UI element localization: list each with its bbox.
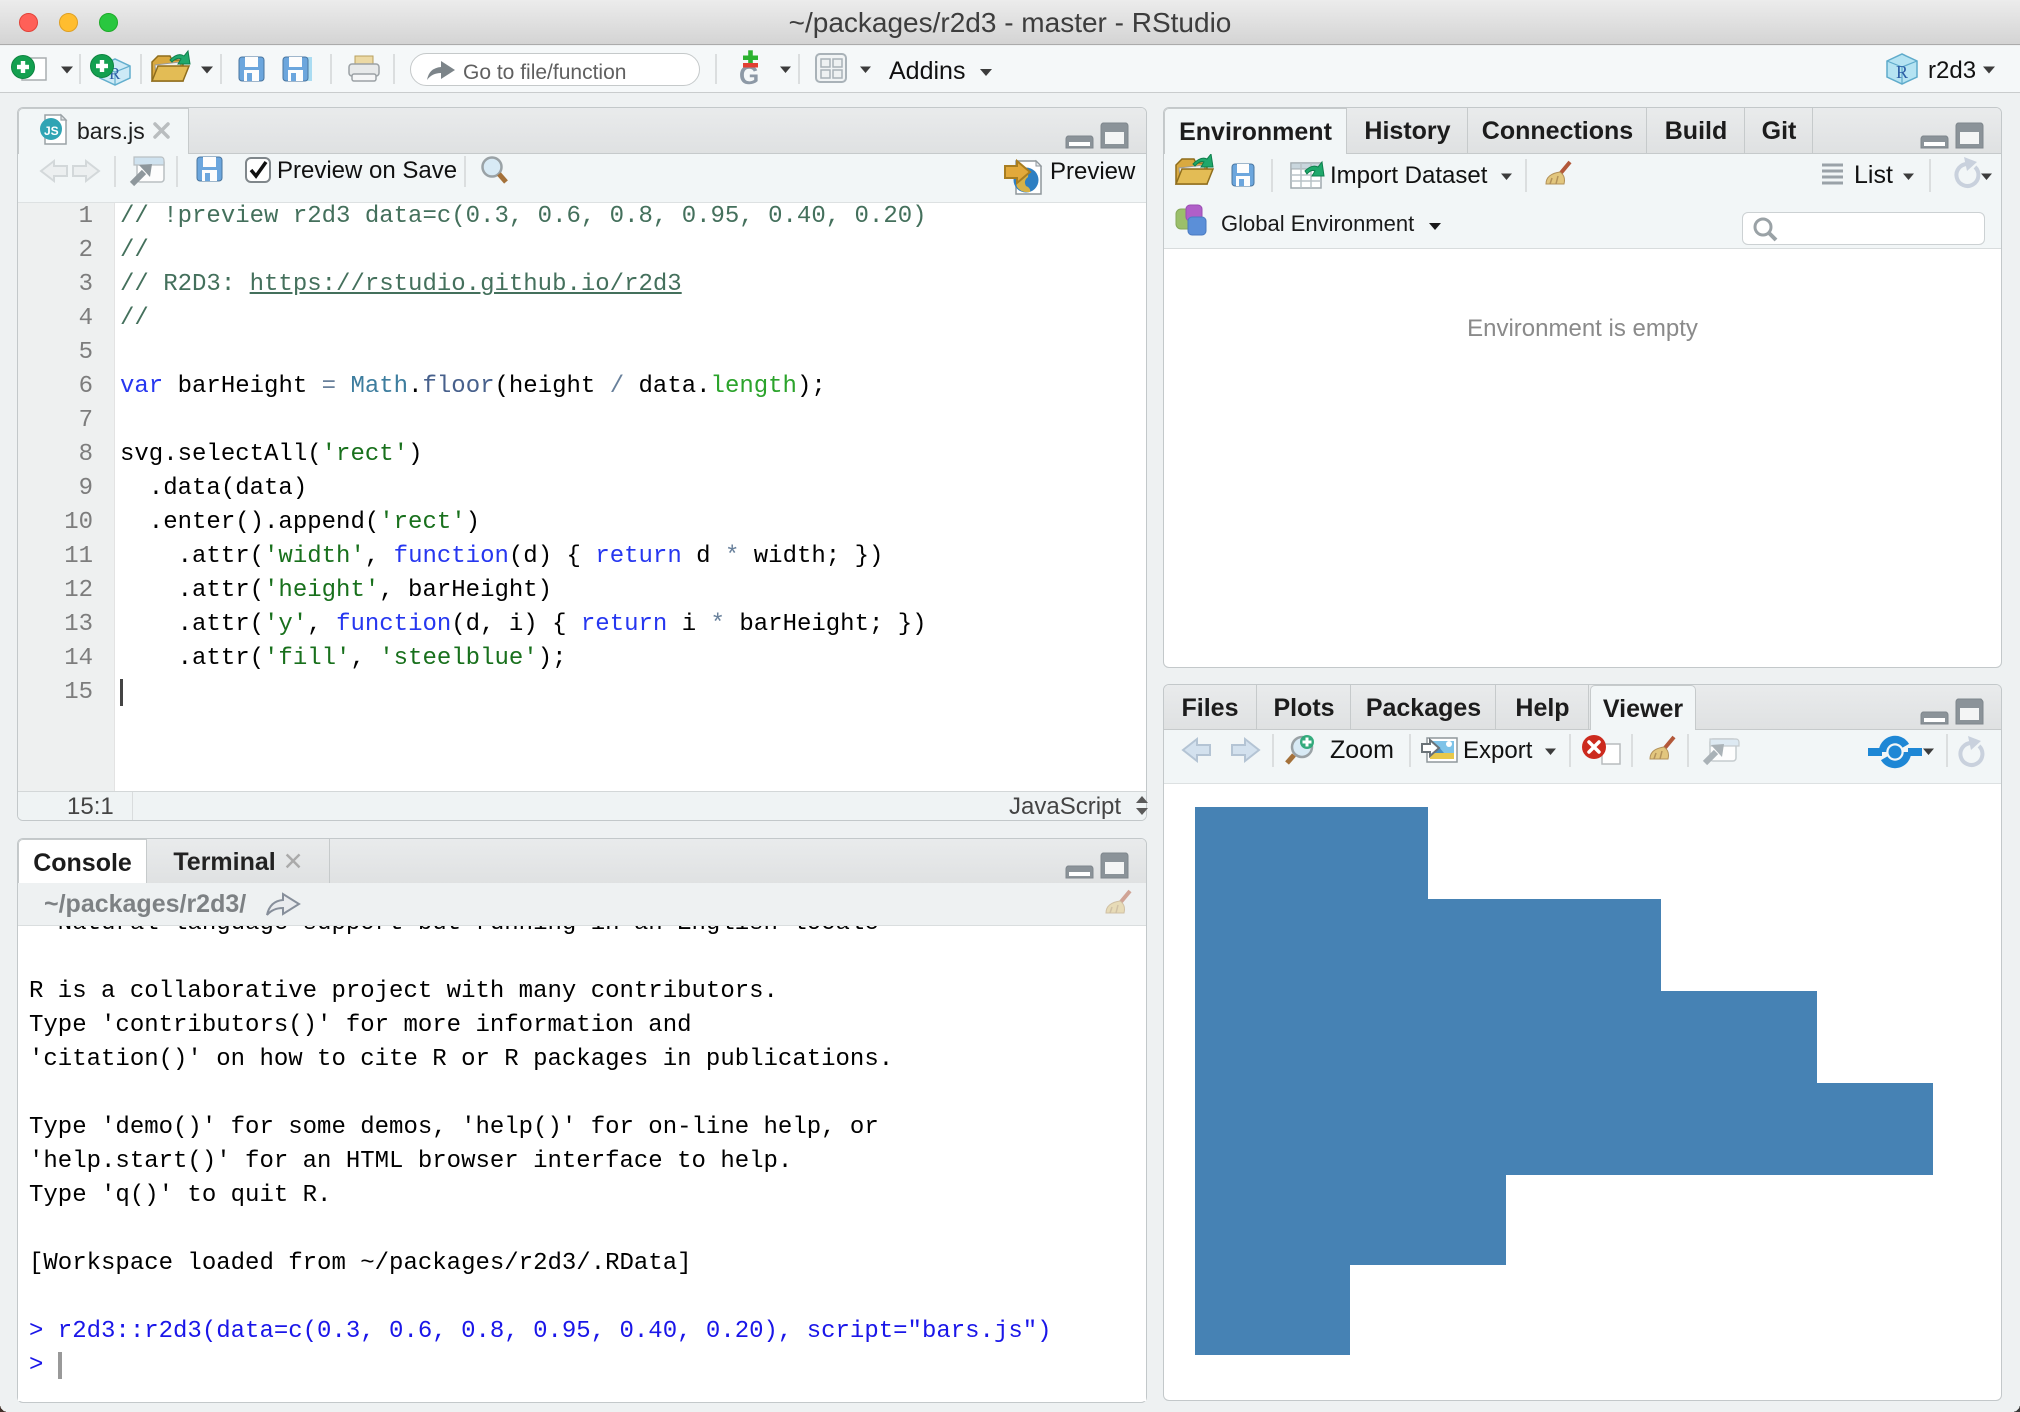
svg-text:Preview on Save: Preview on Save [277, 157, 457, 184]
svg-text:Zoom: Zoom [1330, 736, 1394, 764]
svg-text:bars.js: bars.js [77, 118, 145, 144]
svg-text:Preview: Preview [1050, 158, 1136, 185]
svg-text:List: List [1854, 161, 1893, 189]
svg-text:R: R [1896, 62, 1908, 82]
svg-text:Export: Export [1463, 737, 1533, 764]
svg-text:JS: JS [44, 124, 59, 138]
svg-text:Import Dataset: Import Dataset [1330, 162, 1488, 189]
